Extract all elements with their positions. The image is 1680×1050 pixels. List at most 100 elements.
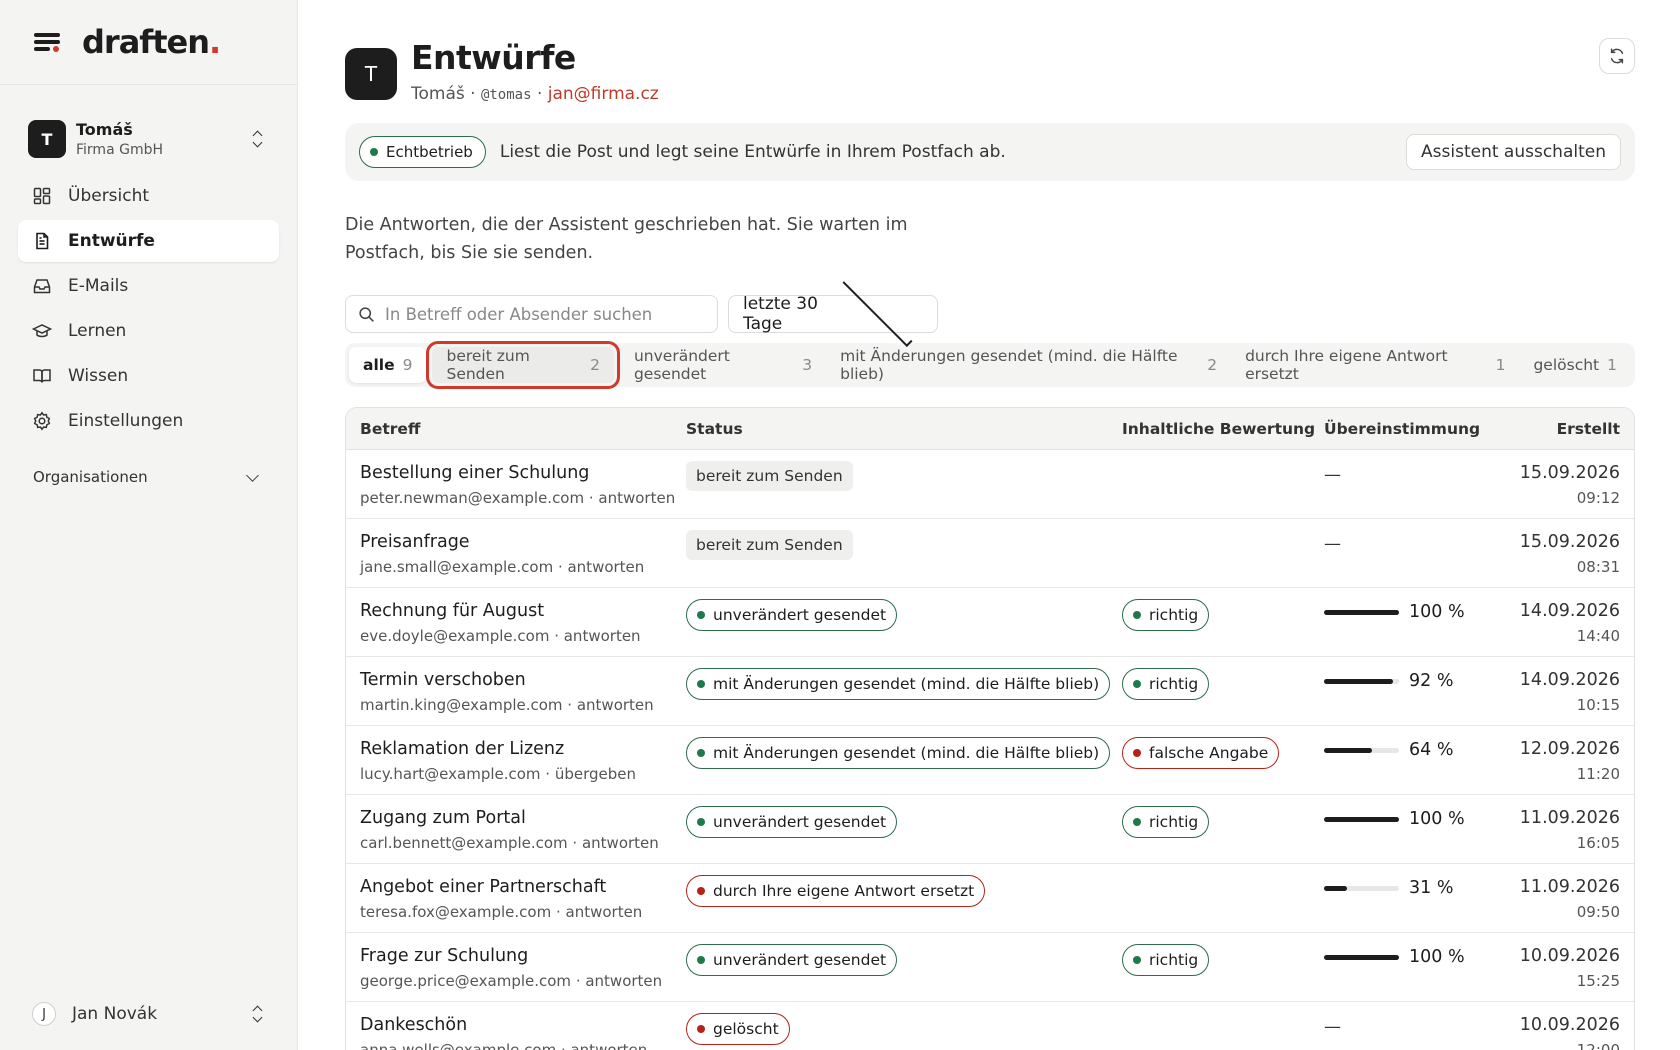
column-header-match[interactable]: Übereinstimmung — [1324, 420, 1480, 438]
column-header-status[interactable]: Status — [686, 420, 1122, 438]
row-subject[interactable]: Termin verschoben — [360, 670, 686, 690]
user-avatar: J — [32, 1002, 56, 1026]
row-sender: eve.doyle@example.com · antworten — [360, 627, 641, 645]
status-badge: bereit zum Senden — [686, 530, 853, 560]
tab-bereit-zum-senden[interactable]: bereit zum Senden 2 — [426, 341, 620, 389]
row-sender: martin.king@example.com · antworten — [360, 696, 654, 714]
sidebar-item-emails[interactable]: E-Mails — [18, 265, 279, 307]
refresh-icon — [1610, 48, 1624, 64]
organisations-label: Organisationen — [33, 468, 148, 486]
status-label: gelöscht — [713, 1020, 779, 1038]
sidebar-item-wissen[interactable]: Wissen — [18, 355, 279, 397]
sidebar-item-entwuerfe[interactable]: Entwürfe — [18, 220, 279, 262]
tab-mit-aenderungen-gesendet[interactable]: mit Änderungen gesendet (mind. die Hälft… — [826, 347, 1231, 383]
row-sender: carl.bennett@example.com · antworten — [360, 834, 659, 852]
brand-header: draften. — [0, 0, 297, 85]
status-badge: durch Ihre eigene Antwort ersetzt — [686, 875, 986, 907]
user-menu[interactable]: J Jan Novák — [18, 994, 279, 1034]
organisations-toggle[interactable]: Organisationen — [18, 460, 279, 494]
tab-geloescht[interactable]: gelöscht 1 — [1519, 347, 1631, 383]
status-dot-icon — [697, 818, 705, 826]
tab-label: gelöscht — [1533, 356, 1600, 374]
sidebar-item-einstellungen[interactable]: Einstellungen — [18, 400, 279, 442]
table-row[interactable]: Rechnung für August eve.doyle@example.com… — [346, 588, 1634, 657]
logo[interactable]: draften. — [82, 23, 221, 61]
match-empty: — — [1324, 534, 1341, 554]
row-sender: peter.newman@example.com · antworten — [360, 489, 676, 507]
grid-icon — [32, 186, 52, 206]
table-row[interactable]: Angebot einer Partnerschaft teresa.fox@ex… — [346, 864, 1634, 933]
chevron-down-icon — [842, 276, 913, 348]
rating-label: richtig — [1149, 951, 1199, 969]
separator: · — [536, 84, 543, 104]
match-indicator: 31 % — [1324, 878, 1480, 898]
search-input[interactable] — [385, 304, 705, 324]
period-select[interactable]: letzte 30 Tage — [728, 276, 938, 348]
status-dot-icon — [697, 956, 705, 964]
column-header-subject[interactable]: Betreff — [346, 420, 686, 438]
table-row[interactable]: Bestellung einer Schulung peter.newman@ex… — [346, 450, 1634, 519]
column-header-created[interactable]: Erstellt — [1480, 420, 1634, 438]
tab-ersetzt[interactable]: durch Ihre eigene Antwort ersetzt 1 — [1231, 347, 1519, 383]
table-row[interactable]: Dankeschön anna.wells@example.com · antwo… — [346, 1002, 1634, 1050]
disable-assistant-button[interactable]: Assistent ausschalten — [1406, 134, 1621, 170]
table-body: Bestellung einer Schulung peter.newman@ex… — [346, 450, 1634, 1050]
row-subject[interactable]: Reklamation der Lizenz — [360, 739, 686, 759]
table-header: Betreff Status Inhaltliche Bewertung Übe… — [346, 408, 1634, 450]
row-subject[interactable]: Bestellung einer Schulung — [360, 463, 686, 483]
status-dot-icon — [697, 887, 705, 895]
rating-label: richtig — [1149, 675, 1199, 693]
status-badge: bereit zum Senden — [686, 461, 853, 491]
row-subject[interactable]: Angebot einer Partnerschaft — [360, 877, 686, 897]
period-select-value: letzte 30 Tage — [743, 294, 818, 334]
match-bar-fill — [1324, 747, 1372, 753]
search-icon — [359, 306, 374, 322]
match-indicator: 100 % — [1324, 809, 1480, 829]
page-title: Entwürfe — [411, 38, 576, 77]
column-header-rating[interactable]: Inhaltliche Bewertung — [1122, 420, 1324, 438]
row-time: 15:25 — [1576, 972, 1620, 990]
row-time: 12:00 — [1576, 1041, 1620, 1050]
status-badge: mit Änderungen gesendet (mind. die Hälft… — [686, 668, 1111, 700]
owner-email-link[interactable]: jan@firma.cz — [548, 84, 659, 104]
tab-label: alle — [363, 356, 395, 374]
tab-count: 1 — [1607, 356, 1617, 374]
status-badge: unverändert gesendet — [686, 806, 898, 838]
row-subject[interactable]: Rechnung für August — [360, 601, 686, 621]
owner-name: Tomáš — [411, 84, 465, 104]
match-bar-fill — [1324, 885, 1348, 891]
match-indicator: 64 % — [1324, 740, 1480, 760]
page-subtitle: Tomáš · @tomas · jan@firma.cz — [411, 84, 659, 104]
mode-badge: Echtbetrieb — [359, 136, 486, 168]
tab-unveraendert-gesendet[interactable]: unverändert gesendet 3 — [620, 347, 826, 383]
row-time: 10:15 — [1576, 696, 1620, 714]
row-subject[interactable]: Dankeschön — [360, 1015, 686, 1035]
tab-count: 2 — [590, 356, 600, 374]
sidebar-item-lernen[interactable]: Lernen — [18, 310, 279, 352]
match-bar-fill — [1324, 954, 1399, 960]
row-subject[interactable]: Zugang zum Portal — [360, 808, 686, 828]
sidebar-item-uebersicht[interactable]: Übersicht — [18, 175, 279, 217]
table-row[interactable]: Termin verschoben martin.king@example.com… — [346, 657, 1634, 726]
row-time: 16:05 — [1576, 834, 1620, 852]
rating-label: richtig — [1149, 606, 1199, 624]
row-time: 11:20 — [1576, 765, 1620, 783]
sidebar-item-label: Entwürfe — [68, 231, 155, 251]
match-indicator: 92 % — [1324, 671, 1480, 691]
table-row[interactable]: Zugang zum Portal carl.bennett@example.co… — [346, 795, 1634, 864]
filter-bar: letzte 30 Tage — [345, 276, 1635, 348]
match-bar — [1324, 885, 1399, 891]
menu-icon[interactable] — [34, 31, 60, 53]
tab-alle[interactable]: alle 9 — [349, 347, 427, 383]
row-time: 14:40 — [1576, 627, 1620, 645]
table-row[interactable]: Frage zur Schulung george.price@example.c… — [346, 933, 1634, 1002]
rating-dot-icon — [1133, 749, 1141, 757]
sidebar-item-label: Einstellungen — [68, 411, 184, 431]
row-subject[interactable]: Preisanfrage — [360, 532, 686, 552]
row-subject[interactable]: Frage zur Schulung — [360, 946, 686, 966]
separator: · — [470, 84, 476, 104]
table-row[interactable]: Preisanfrage jane.small@example.com · ant… — [346, 519, 1634, 588]
table-row[interactable]: Reklamation der Lizenz lucy.hart@example.… — [346, 726, 1634, 795]
account-switcher[interactable]: T Tomáš Firma GmbH — [18, 111, 279, 167]
refresh-button[interactable] — [1599, 38, 1635, 74]
